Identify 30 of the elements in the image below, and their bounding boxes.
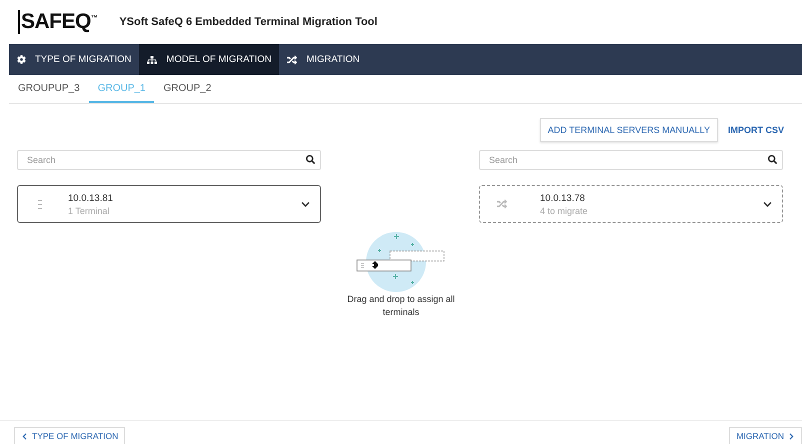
hierarchy-icon (147, 54, 158, 64)
chevron-left-icon (21, 432, 28, 440)
group-tab[interactable]: GROUPUP_3 (9, 75, 89, 103)
server-card[interactable]: 10.0.13.78 4 to migrate (479, 185, 783, 223)
search-field[interactable]: Search (479, 150, 783, 170)
search-icon (306, 155, 315, 164)
server-address: 10.0.13.78 (540, 192, 586, 204)
server-card[interactable]: 10.0.13.81 1 Terminal (17, 185, 321, 223)
search-field[interactable]: Search (17, 150, 321, 170)
back-button[interactable]: TYPE OF MIGRATION (14, 427, 126, 444)
chevron-down-icon[interactable] (301, 200, 310, 208)
group-tab[interactable]: GROUP_2 (154, 75, 220, 103)
chevron-down-icon[interactable] (763, 200, 772, 208)
step-tab[interactable]: MIGRATION (279, 44, 368, 75)
app-title: YSoft SafeQ 6 Embedded Terminal Migration Tool (119, 16, 378, 28)
logo: SAFEQ$^{™}$ (18, 10, 98, 34)
step-tab[interactable]: MODEL OF MIGRATION (139, 44, 280, 75)
add-servers-button[interactable]: ADD TERMINAL SERVERS MANUALLY (540, 118, 718, 142)
server-address: 10.0.13.81 (68, 192, 114, 204)
shuffle-icon (497, 199, 507, 209)
chevron-right-icon (788, 432, 795, 440)
server-detail: 1 Terminal (68, 206, 110, 216)
gear-icon (17, 55, 26, 64)
next-button[interactable]: MIGRATION (729, 427, 802, 444)
step-tab[interactable]: TYPE OF MIGRATION (9, 44, 140, 75)
import-csv-link[interactable]: IMPORT CSV (728, 125, 784, 135)
shuffle-icon (287, 54, 298, 64)
drag-drop-hint: Drag and drop to assign all terminals (346, 293, 456, 319)
search-icon (768, 155, 777, 164)
server-detail: 4 to migrate (540, 206, 589, 216)
